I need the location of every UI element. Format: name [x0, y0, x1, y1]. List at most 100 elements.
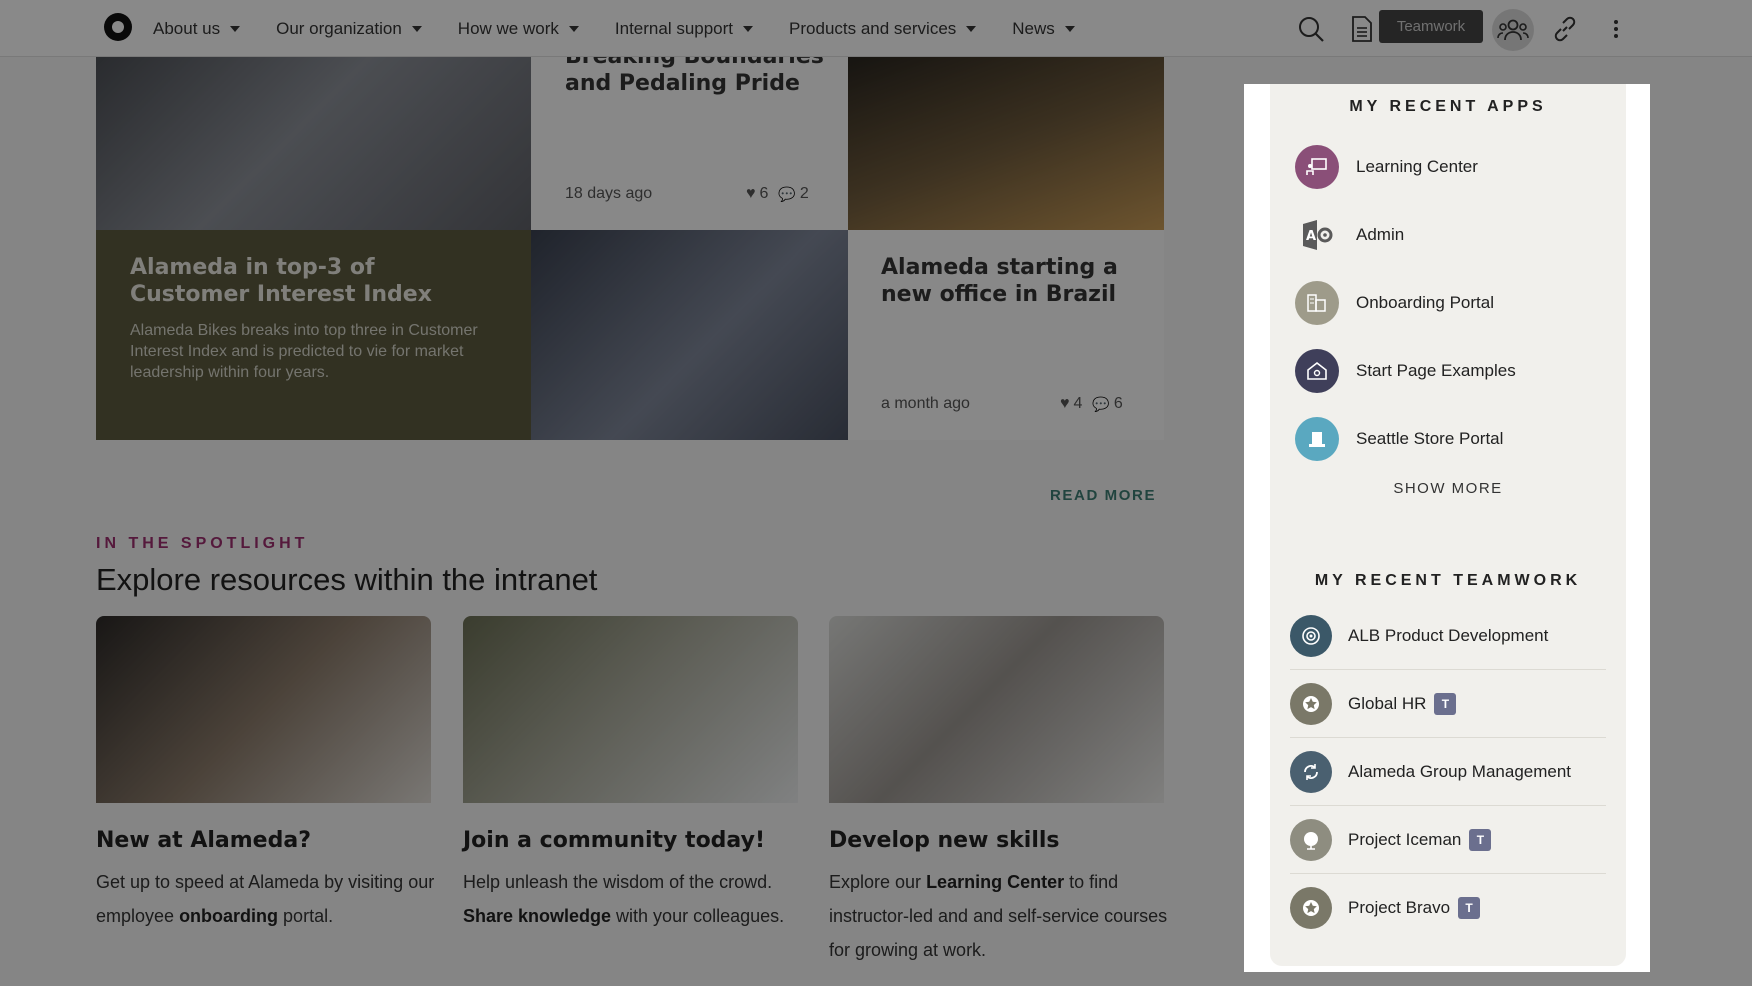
- news-tile-customer-interest[interactable]: Alameda in top-3 of Customer Interest In…: [96, 230, 531, 440]
- search-icon[interactable]: [1291, 9, 1331, 49]
- teamwork-label: Project Bravo: [1348, 898, 1451, 917]
- app-label: Onboarding Portal: [1356, 293, 1494, 312]
- teamwork-alb-product-development[interactable]: ALB Product Development: [1290, 602, 1606, 670]
- news-description: Alameda Bikes breaks into top three in C…: [130, 322, 478, 381]
- spotlight-label: IN THE SPOTLIGHT: [96, 535, 309, 552]
- card-text: Help unleash the wisdom of the crowd. Sh…: [463, 865, 803, 933]
- card-link[interactable]: Share knowledge: [463, 906, 611, 926]
- teamwork-panel: MY RECENT APPS Learning Center A Admin O…: [1244, 84, 1650, 972]
- caret-down-icon: [568, 25, 579, 32]
- read-more-link[interactable]: READ MORE: [1050, 487, 1156, 504]
- card-title[interactable]: Develop new skills: [829, 828, 1060, 853]
- link-icon[interactable]: [1545, 9, 1585, 49]
- news-image-businessman[interactable]: [96, 57, 531, 230]
- svg-text:A: A: [1306, 229, 1316, 244]
- caret-down-icon: [230, 25, 241, 32]
- nav-label: About us: [153, 18, 221, 38]
- admin-icon: A: [1295, 213, 1339, 257]
- news-title[interactable]: Alameda in top-3 of Customer Interest In…: [130, 254, 500, 308]
- app-onboarding-portal[interactable]: Onboarding Portal: [1295, 280, 1494, 326]
- nav-item-our-organization[interactable]: Our organization: [276, 19, 422, 39]
- app-seattle-store-portal[interactable]: Seattle Store Portal: [1295, 416, 1503, 462]
- news-stats: ♥ 6 💬 2: [746, 185, 809, 203]
- cycle-icon: [1290, 750, 1332, 793]
- nav-item-news[interactable]: News: [1012, 19, 1075, 39]
- app-admin[interactable]: A Admin: [1295, 212, 1404, 258]
- news-time: 18 days ago: [565, 185, 653, 202]
- news-title[interactable]: Breaking Boundaries and Pedaling Pride: [565, 57, 825, 97]
- globe-icon: [1290, 818, 1332, 861]
- heart-icon[interactable]: ♥: [746, 185, 756, 203]
- caret-down-icon: [743, 25, 754, 32]
- news-title[interactable]: Alameda starting a new office in Brazil: [881, 254, 1131, 308]
- card-image-whiteboard[interactable]: [463, 616, 798, 803]
- card-link[interactable]: onboarding: [179, 906, 278, 926]
- building-icon: [1295, 281, 1339, 325]
- show-more-button[interactable]: SHOW MORE: [1270, 480, 1626, 497]
- recent-teamwork-heading: MY RECENT TEAMWORK: [1314, 572, 1582, 589]
- teamwork-icon[interactable]: [1492, 9, 1534, 51]
- card-text-part: portal.: [278, 906, 334, 926]
- teamwork-label: Alameda Group Management: [1348, 761, 1572, 781]
- card-text-part: with your colleagues.: [611, 906, 785, 926]
- teams-icon: T: [1469, 828, 1492, 851]
- nav-item-how-we-work[interactable]: How we work: [458, 19, 579, 39]
- target-icon: [1290, 614, 1332, 657]
- card-image-woman-phone[interactable]: [96, 616, 431, 803]
- star-icon: [1290, 682, 1332, 725]
- app-label: Seattle Store Portal: [1356, 429, 1504, 448]
- comment-icon[interactable]: 💬: [1092, 396, 1109, 413]
- caret-down-icon: [966, 25, 977, 32]
- news-tile-brazil-office[interactable]: Alameda starting a new office in Brazil …: [848, 230, 1164, 440]
- card-title[interactable]: Join a community today!: [463, 828, 765, 853]
- top-nav: About us Our organization How we work In…: [0, 0, 1752, 57]
- star-icon: [1290, 887, 1332, 929]
- teamwork-label: ALB Product Development: [1348, 625, 1549, 645]
- nav-label: Our organization: [276, 18, 402, 38]
- likes-count: 4: [1073, 395, 1083, 412]
- app-label: Learning Center: [1356, 157, 1478, 176]
- app-label: Admin: [1356, 225, 1405, 244]
- caret-down-icon: [411, 25, 422, 32]
- teamwork-tooltip: Teamwork: [1379, 10, 1483, 43]
- card-link[interactable]: Learning Center: [926, 872, 1064, 892]
- comment-icon[interactable]: 💬: [778, 186, 795, 203]
- app-start-page-examples[interactable]: Start Page Examples: [1295, 348, 1516, 394]
- nav-menu: About us Our organization How we work In…: [153, 0, 1111, 57]
- home-icon: [1295, 349, 1339, 393]
- news-stats: ♥ 4 💬 6: [1060, 395, 1123, 413]
- teamwork-project-iceman[interactable]: Project Iceman T: [1290, 806, 1606, 874]
- teamwork-label: Global HR: [1348, 693, 1427, 713]
- teams-icon: T: [1458, 897, 1481, 919]
- logo-icon[interactable]: [104, 13, 132, 41]
- nav-item-internal-support[interactable]: Internal support: [614, 18, 754, 39]
- card-image-team-laptop[interactable]: [829, 616, 1164, 803]
- more-icon[interactable]: [1596, 9, 1636, 49]
- card-text-part: Explore our: [829, 872, 927, 892]
- teamwork-label: Project Iceman: [1348, 829, 1462, 849]
- learning-icon: [1295, 145, 1339, 189]
- caret-down-icon: [1064, 25, 1075, 32]
- teamwork-project-bravo[interactable]: Project Bravo T: [1290, 874, 1606, 942]
- teamwork-global-hr[interactable]: Global HR T: [1290, 670, 1606, 738]
- card-title[interactable]: New at Alameda?: [96, 828, 311, 853]
- nav-item-about-us[interactable]: About us: [153, 18, 241, 39]
- app-learning-center[interactable]: Learning Center: [1295, 144, 1478, 190]
- nav-item-products-and-services[interactable]: Products and services: [789, 18, 977, 39]
- document-icon[interactable]: [1342, 9, 1382, 49]
- store-icon: [1295, 417, 1339, 461]
- teamwork-alameda-group-management[interactable]: Alameda Group Management: [1290, 738, 1606, 806]
- spotlight-title: Explore resources within the intranet: [96, 562, 598, 597]
- teamwork-panel-inner: MY RECENT APPS Learning Center A Admin O…: [1270, 84, 1626, 966]
- news-tile-pedaling-pride[interactable]: Breaking Boundaries and Pedaling Pride 1…: [531, 57, 848, 230]
- nav-label: How we work: [457, 18, 559, 38]
- news-image-construction[interactable]: [848, 57, 1164, 230]
- card-text-part: Help unleash the wisdom of the crowd.: [463, 872, 773, 892]
- recent-apps-heading: MY RECENT APPS: [1349, 98, 1547, 115]
- news-image-man-headphones[interactable]: [531, 230, 848, 440]
- teams-icon: T: [1434, 692, 1457, 715]
- app-label: Start Page Examples: [1356, 361, 1516, 380]
- nav-label: Internal support: [614, 18, 734, 38]
- heart-icon[interactable]: ♥: [1060, 395, 1070, 413]
- nav-label: Products and services: [789, 18, 957, 38]
